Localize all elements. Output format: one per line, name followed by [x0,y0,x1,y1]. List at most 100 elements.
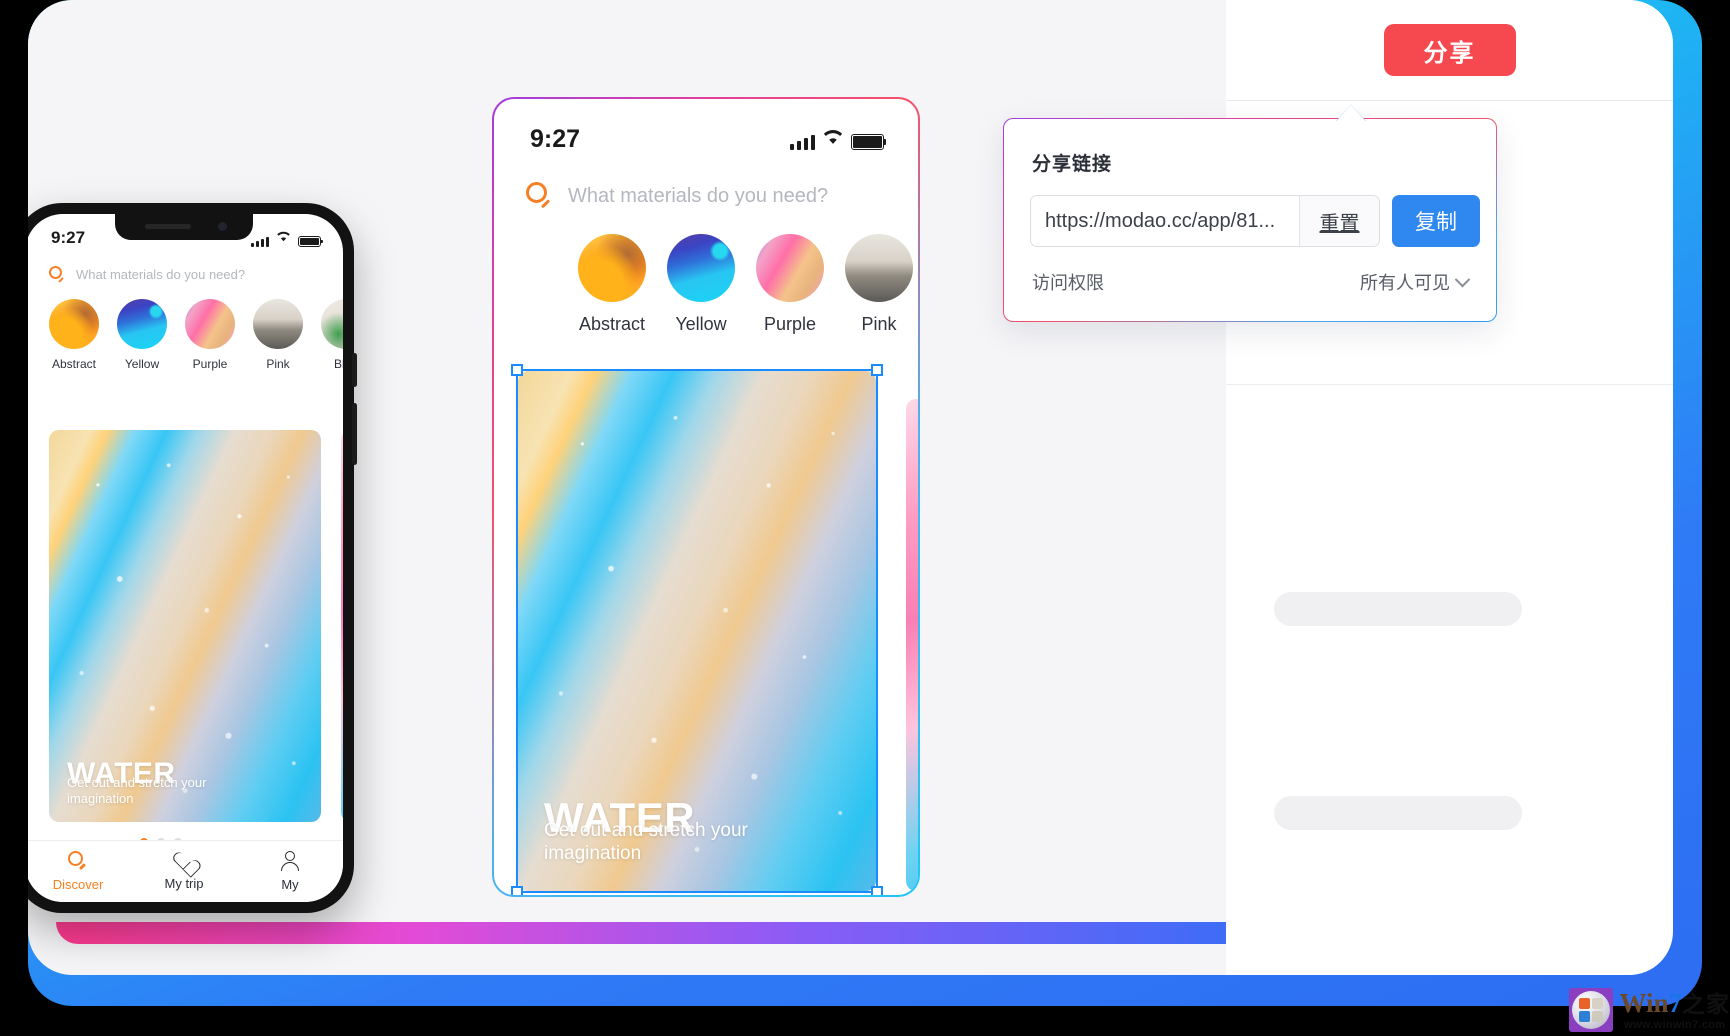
category-item[interactable]: Pink [845,234,913,335]
category-thumb-yellow [667,234,735,302]
category-list-small: Abstract Yellow Purple Pink B [28,283,343,371]
hero-card[interactable]: WATER Get out and stretch your imaginati… [49,430,321,822]
phone-large-screen: 9:27 What materials do you need? Abstrac… [494,99,918,895]
permission-dropdown[interactable]: 所有人可见 [1360,269,1471,295]
panel-section-divider [1226,384,1673,385]
share-link-input[interactable] [1031,196,1299,246]
device-notch [115,214,253,240]
category-thumb-abstract [578,234,646,302]
tab-my-trip[interactable]: My trip [131,841,237,902]
search-bar-small[interactable]: What materials do you need? [28,248,343,283]
phone-mockup-large: 9:27 What materials do you need? Abstrac… [492,97,920,897]
watermark-brand: Win 7 之家 [1619,987,1730,1018]
status-icons [790,129,886,150]
category-item[interactable]: Blue [321,299,343,371]
category-label: Yellow [124,357,160,371]
category-label: Purple [763,314,817,334]
hero-card-text: WATER Get out and stretch your imaginati… [49,758,321,822]
battery-icon [298,236,323,247]
category-thumb-yellow [117,299,167,349]
wifi-icon [822,129,844,150]
cellular-signal-icon [251,237,269,247]
category-thumb-pink [253,299,303,349]
category-label: Pink [861,314,897,334]
windows-orb [1572,991,1611,1029]
hero-card[interactable]: WATER Get out and stretch your imaginati… [518,371,876,891]
panel-placeholder-row [1274,592,1522,626]
share-link-row: 重置 复制 [1030,195,1480,247]
category-item[interactable]: Yellow [667,234,735,335]
search-placeholder: What materials do you need? [568,184,829,207]
tab-label: My [281,877,299,892]
category-item[interactable]: Pink [253,299,303,371]
permission-value: 所有人可见 [1360,273,1450,293]
category-item[interactable]: Purple [185,299,235,371]
permission-row: 访问权限 所有人可见 [1032,269,1471,295]
category-item[interactable]: Yellow [117,299,167,371]
watermark: Win 7 之家 www.winwin7.com [1569,988,1730,1032]
tab-my[interactable]: My [237,841,343,902]
watermark-brand-seven: 7 [1668,987,1683,1018]
watermark-text: Win 7 之家 www.winwin7.com [1619,987,1730,1031]
tab-discover[interactable]: Discover [28,841,131,902]
phone-small-screen: 9:27 What materials do you need? Abstrac… [28,214,343,902]
category-item[interactable]: Abstract [49,299,99,371]
watermark-brand-cn: 之家 [1682,990,1730,1017]
panel-placeholder-row [1274,796,1522,830]
status-time: 9:27 [530,125,581,153]
category-thumb-purple [756,234,824,302]
copy-link-button[interactable]: 复制 [1392,195,1480,247]
search-icon [526,182,554,210]
status-time: 9:27 [51,228,86,247]
search-bar-large[interactable]: What materials do you need? [494,154,918,210]
share-popover: 分享链接 重置 复制 访问权限 所有人可见 [1003,118,1497,322]
category-label: Yellow [675,314,727,334]
category-thumb-abstract [49,299,99,349]
hero-card-subtitle: Get out and stretch your imagination [544,820,748,864]
category-label: Purple [192,357,228,371]
phone-mockup-small: 9:27 What materials do you need? Abstrac… [28,203,357,913]
category-label: Abstract [51,357,96,371]
card-carousel-large: WATER Get out and stretch your imaginati… [511,364,918,895]
windows-logo-icon [1569,988,1614,1032]
battery-icon [851,134,886,150]
category-thumb-purple [185,299,235,349]
card-carousel-small: WATER Get out and stretch your imaginati… [49,430,343,822]
category-label: Blue [333,357,343,371]
category-thumb-blue [321,299,343,349]
device-power-button [352,403,357,465]
category-thumb-pink [845,234,913,302]
bottom-tab-bar-small: Discover My trip My [28,840,343,902]
card-next-preview[interactable] [341,430,343,822]
category-item[interactable]: Abstract [578,234,646,335]
heart-icon [174,852,194,870]
cellular-signal-icon [790,135,815,150]
share-link-group: 重置 [1030,195,1380,247]
device-volume-button [352,353,357,387]
search-icon [68,851,88,871]
category-label: Pink [266,357,290,371]
chevron-down-icon [1454,271,1471,287]
panel-toolbar: 分享 [1226,0,1673,101]
watermark-brand-win: Win [1619,987,1669,1018]
search-icon [49,266,66,283]
hero-card-subtitle: Get out and stretch your imagination [67,775,207,806]
search-placeholder: What materials do you need? [76,267,246,282]
person-icon [281,851,299,871]
category-list-large: Abstract Yellow Purple Pink [494,210,918,335]
permission-label: 访问权限 [1032,273,1104,293]
wifi-icon [276,229,291,247]
category-label: Abstract [578,314,646,334]
reset-link-button[interactable]: 重置 [1299,196,1379,246]
tab-label: My trip [164,876,204,891]
share-button[interactable]: 分享 [1383,24,1516,76]
status-bar-large: 9:27 [494,99,918,154]
notch-speaker [145,224,191,229]
category-item[interactable]: Purple [756,234,824,335]
screenshot-root: 9:27 What materials do you need? Abstrac… [0,0,1730,1036]
hero-card-text: WATER Get out and stretch your imaginati… [518,797,876,891]
tab-label: Discover [52,877,104,892]
card-next-preview[interactable] [906,399,918,891]
watermark-url: www.winwin7.com [1624,1018,1726,1031]
status-icons [251,229,323,247]
